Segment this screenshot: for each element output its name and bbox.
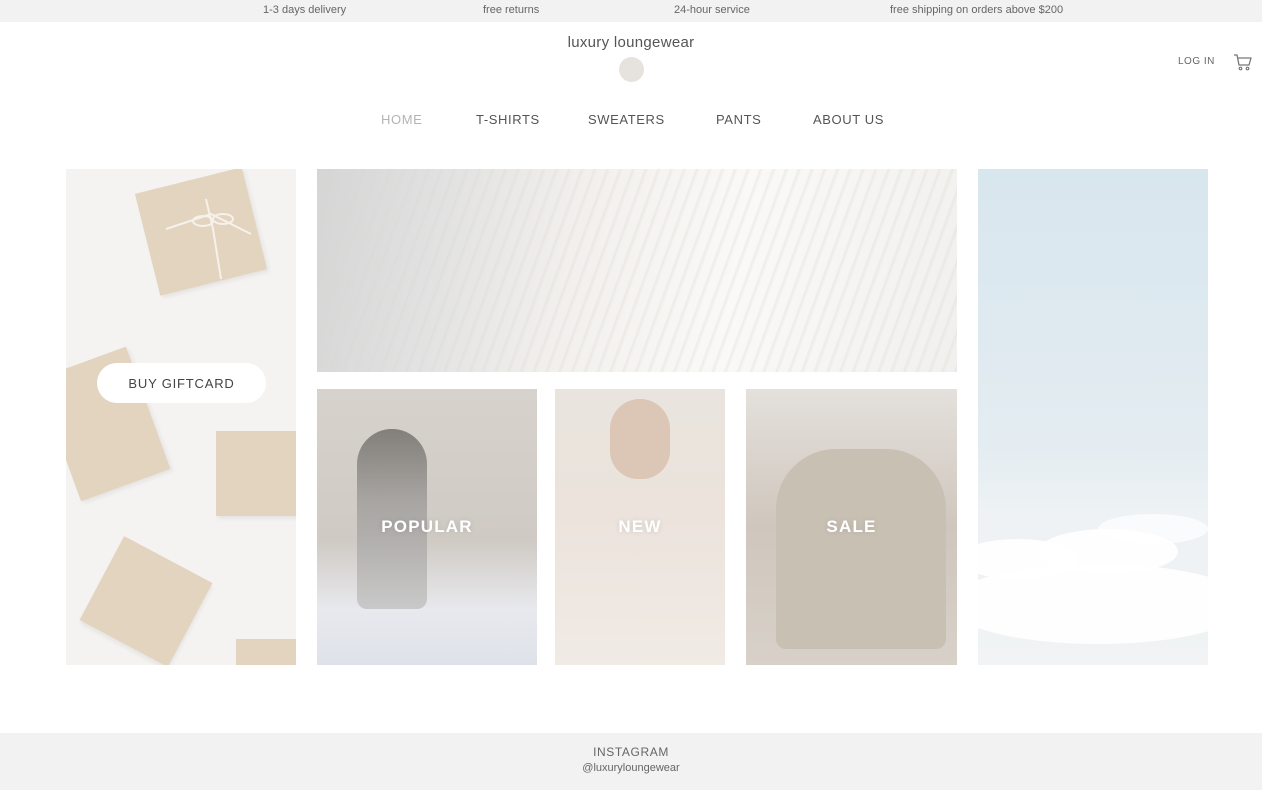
instagram-title[interactable]: INSTAGRAM bbox=[0, 745, 1262, 759]
category-tile-popular[interactable]: POPULAR bbox=[317, 389, 537, 665]
logo-icon[interactable] bbox=[619, 57, 644, 82]
buy-giftcard-button[interactable]: BUY GIFTCARD bbox=[97, 363, 266, 403]
announcement-bar: 1-3 days delivery free returns 24-hour s… bbox=[0, 0, 1262, 22]
nav-item-t-shirts[interactable]: T-SHIRTS bbox=[476, 112, 540, 127]
sweater-model-image bbox=[776, 449, 946, 649]
twine-bow-icon bbox=[165, 198, 252, 280]
login-link[interactable]: LOG IN bbox=[1178, 56, 1215, 67]
model-portrait-image bbox=[610, 399, 670, 479]
cloud-shape bbox=[1098, 514, 1208, 544]
announcement-returns: free returns bbox=[483, 4, 540, 16]
nav-item-about-us[interactable]: ABOUT US bbox=[813, 112, 884, 127]
category-label-sale: SALE bbox=[826, 517, 877, 536]
announcement-shipping: free shipping on orders above $200 bbox=[890, 4, 1064, 16]
brand-name[interactable]: luxury loungewear bbox=[0, 34, 1262, 51]
category-tile-sale[interactable]: SALE bbox=[746, 389, 957, 665]
cloud-shape bbox=[978, 564, 1208, 644]
nav-item-home[interactable]: HOME bbox=[381, 112, 422, 127]
category-tile-new[interactable]: NEW bbox=[555, 389, 725, 665]
footer: INSTAGRAM @luxuryloungewear bbox=[0, 733, 1262, 790]
gift-box-image bbox=[216, 431, 296, 516]
instagram-handle[interactable]: @luxuryloungewear bbox=[0, 762, 1262, 774]
category-label-popular: POPULAR bbox=[381, 517, 473, 536]
nav-item-sweaters[interactable]: SWEATERS bbox=[588, 112, 665, 127]
gift-box-image bbox=[236, 639, 296, 665]
announcement-delivery: 1-3 days delivery bbox=[263, 4, 347, 16]
announcement-service: 24-hour service bbox=[674, 4, 750, 16]
category-label-new: NEW bbox=[618, 517, 662, 536]
sky-clouds-image[interactable] bbox=[978, 169, 1208, 665]
cart-icon[interactable] bbox=[1233, 52, 1253, 72]
nav-item-pants[interactable]: PANTS bbox=[716, 112, 761, 127]
giftcard-tile[interactable]: BUY GIFTCARD bbox=[66, 169, 296, 665]
knit-texture bbox=[317, 169, 957, 372]
knit-hero-image[interactable] bbox=[317, 169, 957, 372]
gift-box-image bbox=[79, 536, 213, 665]
